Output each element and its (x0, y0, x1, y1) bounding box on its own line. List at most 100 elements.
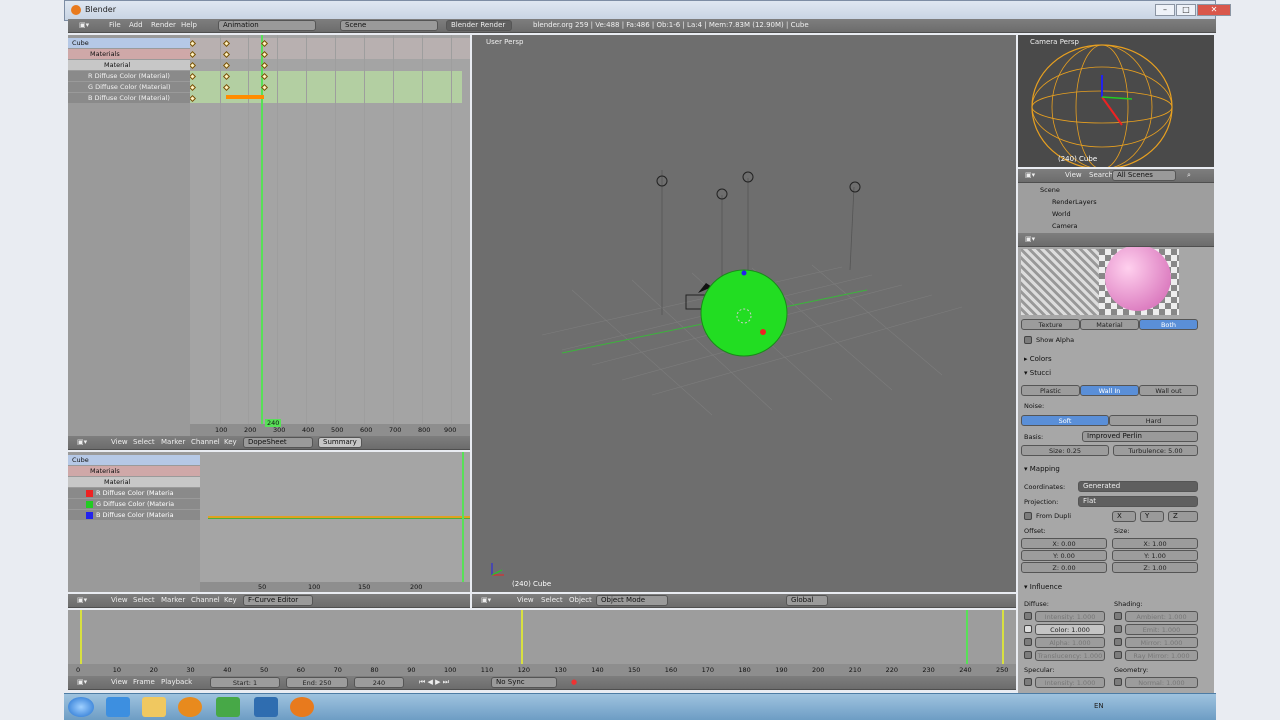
firefox-icon[interactable] (178, 697, 202, 717)
editor-type-icon[interactable]: ▣▾ (74, 437, 90, 449)
timeline-tick: 160 (664, 666, 678, 674)
menu-marker[interactable]: Marker (158, 437, 188, 449)
from-dupli-checkbox[interactable] (1024, 512, 1032, 520)
app-icon[interactable] (254, 697, 278, 717)
screen-layout-select[interactable]: Animation (218, 20, 316, 31)
timeline-tick: 190 (775, 666, 788, 674)
sync-select[interactable]: No Sync (491, 677, 557, 688)
turbulence-field[interactable]: Turbulence: 5.00 (1113, 445, 1198, 456)
size-field[interactable]: Size: 0.25 (1021, 445, 1109, 456)
timeline-tick: 170 (701, 666, 715, 674)
ie-icon[interactable] (106, 697, 130, 717)
maximize-button[interactable]: □ (1176, 4, 1196, 16)
playback-controls[interactable]: ⏮ ◀ ▶ ⏭ (416, 677, 452, 689)
timeline-tick: 0 (76, 666, 81, 674)
channel-r-diffuse[interactable]: R Diffuse Color (Material) (68, 71, 190, 81)
coordinates-select[interactable]: Generated (1078, 481, 1198, 492)
size-x[interactable]: X: 1.00 (1112, 538, 1198, 549)
timeline[interactable]: 0 10 20 30 40 50 60 70 80 90 100 110 120 130 140 150 160… (68, 610, 1016, 676)
preview-both-tab[interactable]: Both (1139, 319, 1198, 330)
editor-type-icon[interactable]: ▣▾ (1022, 234, 1038, 246)
graph-header: ▣▾ View Select Marker Channel Key F-Curv… (68, 594, 470, 608)
folder-icon[interactable] (142, 697, 166, 717)
window-title: Blender (85, 5, 116, 14)
selected-keyframe-range[interactable] (226, 95, 264, 99)
dopesheet-keyframes[interactable]: 100 200 300 400 500 600 700 800 900 240 (190, 35, 470, 436)
menu-key[interactable]: Key (221, 437, 240, 449)
outliner-filter-select[interactable]: All Scenes (1112, 170, 1176, 181)
editor-type-icon[interactable]: ▣▾ (478, 595, 494, 607)
current-frame-line[interactable] (261, 35, 263, 425)
end-frame-field[interactable]: End: 250 (286, 677, 348, 688)
timeline-tick: 250 (996, 666, 1009, 674)
preview-texture-tab[interactable]: Texture (1021, 319, 1080, 330)
blender-logo-icon (71, 5, 81, 15)
viewport-scene (491, 170, 963, 576)
size-y[interactable]: Y: 1.00 (1112, 550, 1198, 561)
noise-hard[interactable]: Hard (1109, 415, 1198, 426)
influence-section[interactable]: ▾ Influence (1024, 583, 1062, 591)
basis-select[interactable]: Improved Perlin (1082, 431, 1198, 442)
channel-material[interactable]: Material (68, 60, 190, 70)
viewport-header: ▣▾ View Select Object Object Mode Global (472, 594, 1016, 608)
timeline-header: ▣▾ View Frame Playback Start: 1 End: 250… (68, 676, 1016, 690)
timeline-tick: 130 (554, 666, 567, 674)
noise-soft[interactable]: Soft (1021, 415, 1109, 426)
render-engine-select[interactable]: Blender Render (446, 20, 512, 31)
channel-materials[interactable]: Materials (68, 49, 190, 59)
app-icon[interactable] (216, 697, 240, 717)
menu-select[interactable]: Select (130, 437, 158, 449)
timeline-tick: 60 (296, 666, 306, 674)
preview-material-tab[interactable]: Material (1080, 319, 1139, 330)
properties-panel: Texture Material Both Show Alpha ▸ Color… (1018, 247, 1214, 693)
offset-x[interactable]: X: 0.00 (1021, 538, 1107, 549)
orientation-select[interactable]: Global (786, 595, 828, 606)
channel-b-diffuse[interactable]: B Diffuse Color (Material) (68, 93, 190, 103)
menu-view[interactable]: View (108, 437, 131, 449)
timeline-tick: 240 (959, 666, 972, 674)
3d-viewport[interactable]: User Persp (240) Cube (472, 35, 1016, 592)
editor-type-icon[interactable]: ▣▾ (76, 20, 92, 32)
editor-type-icon[interactable]: ▣▾ (74, 677, 90, 689)
colors-section[interactable]: ▸ Colors (1024, 355, 1052, 363)
graph-area[interactable]: 50 100 150 200 (200, 452, 470, 592)
summary-toggle[interactable]: Summary (318, 437, 362, 448)
record-icon[interactable]: ● (568, 677, 580, 689)
graph-channels: Cube Materials Material R Diffuse Color … (68, 452, 200, 592)
menu-render[interactable]: Render (148, 20, 179, 32)
minimize-button[interactable]: – (1155, 4, 1175, 16)
editor-type-icon[interactable]: ▣▾ (1022, 170, 1038, 182)
current-frame-field[interactable]: 240 (354, 677, 404, 688)
start-frame-field[interactable]: Start: 1 (210, 677, 280, 688)
projection-select[interactable]: Flat (1078, 496, 1198, 507)
menu-file[interactable]: File (106, 20, 124, 32)
size-z[interactable]: Z: 1.00 (1112, 562, 1198, 573)
taskbar: EN (64, 693, 1216, 720)
menu-help[interactable]: Help (178, 20, 200, 32)
offset-y[interactable]: Y: 0.00 (1021, 550, 1107, 561)
search-icon[interactable]: ⌕ (1184, 170, 1194, 182)
dopesheet-mode-select[interactable]: DopeSheet (243, 437, 313, 448)
blender-taskbar-icon[interactable] (290, 697, 314, 717)
scene-info: blender.org 259 | Ve:488 | Fa:486 | Ob:1… (533, 21, 809, 29)
mapping-section[interactable]: ▾ Mapping (1024, 465, 1060, 473)
close-button[interactable]: ✕ (1197, 4, 1231, 16)
camera-view[interactable]: Camera Persp (240) Cube (1018, 35, 1214, 167)
start-button-icon[interactable] (68, 697, 94, 717)
timeline-current-frame[interactable] (966, 610, 968, 666)
stucci-plastic[interactable]: Plastic (1021, 385, 1080, 396)
graph-mode-select[interactable]: F-Curve Editor (243, 595, 313, 606)
menu-add[interactable]: Add (126, 20, 146, 32)
stucci-wall-in[interactable]: Wall In (1080, 385, 1139, 396)
scene-select[interactable]: Scene (340, 20, 438, 31)
offset-z[interactable]: Z: 0.00 (1021, 562, 1107, 573)
stucci-wall-out[interactable]: Wall out (1139, 385, 1198, 396)
show-alpha-checkbox[interactable] (1024, 336, 1032, 344)
editor-type-icon[interactable]: ▣▾ (74, 595, 90, 607)
channel-g-diffuse[interactable]: G Diffuse Color (Material) (68, 82, 190, 92)
object-mode-select[interactable]: Object Mode (596, 595, 668, 606)
graph-ruler: 50 100 150 200 (200, 582, 470, 592)
menu-channel[interactable]: Channel (188, 437, 223, 449)
stucci-section[interactable]: ▾ Stucci (1024, 369, 1051, 377)
channel-cube[interactable]: Cube (68, 38, 190, 48)
